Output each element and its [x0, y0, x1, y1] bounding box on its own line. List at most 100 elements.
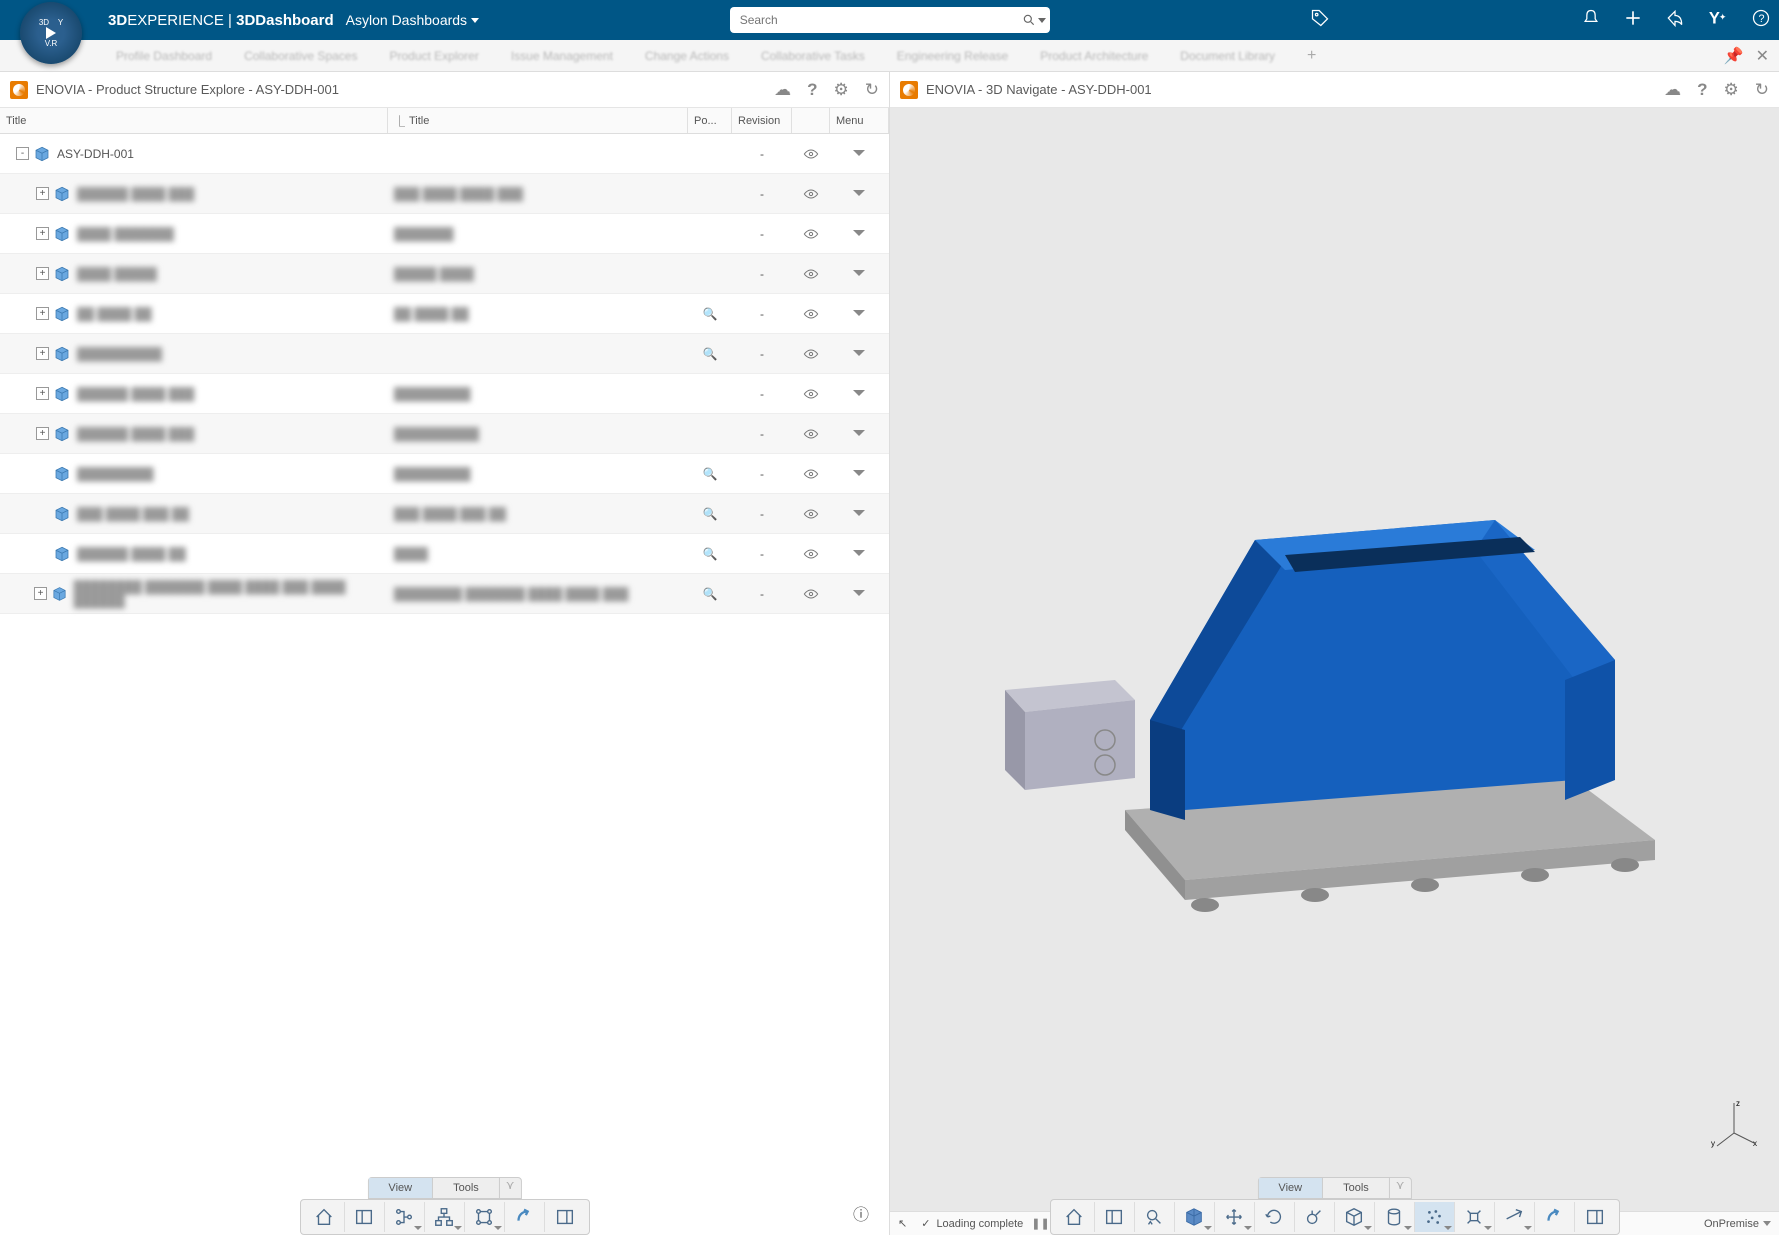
row-menu[interactable] — [830, 214, 889, 253]
plane-button[interactable] — [1495, 1202, 1535, 1232]
col-revision[interactable]: Revision — [732, 108, 792, 133]
expander[interactable]: + — [36, 387, 49, 400]
help-icon[interactable] — [807, 80, 817, 100]
col-po[interactable]: Po... — [688, 108, 732, 133]
compass-button[interactable]: 3D Y V.R — [20, 2, 82, 64]
tab-view[interactable]: View — [368, 1178, 433, 1198]
help-icon[interactable] — [1697, 80, 1707, 100]
link-button[interactable] — [465, 1202, 505, 1232]
visibility-toggle[interactable] — [792, 334, 830, 373]
notification-icon[interactable] — [1581, 8, 1601, 33]
cube-button[interactable] — [1175, 1202, 1215, 1232]
info-icon[interactable]: ⓘ — [853, 1201, 869, 1225]
add-icon[interactable] — [1623, 8, 1643, 33]
search-input[interactable] — [730, 7, 1050, 33]
expander[interactable]: + — [36, 307, 49, 320]
tab[interactable]: Collaborative Spaces — [228, 40, 373, 71]
explode-button[interactable] — [1455, 1202, 1495, 1232]
pause-icon[interactable]: ❚❚ — [1031, 1217, 1049, 1230]
row-menu[interactable] — [830, 374, 889, 413]
refresh-icon[interactable] — [1755, 80, 1769, 100]
tree-row[interactable]: ██████████████████🔍- — [0, 454, 889, 494]
tab[interactable]: Product Explorer — [373, 40, 494, 71]
box-button[interactable] — [1335, 1202, 1375, 1232]
tree-row[interactable]: +████ ██████████ ████- — [0, 254, 889, 294]
tree-row[interactable]: +████ ██████████████- — [0, 214, 889, 254]
close-icon[interactable]: ✕ — [1756, 46, 1769, 66]
col-menu[interactable]: Menu — [830, 108, 889, 133]
expander[interactable]: + — [36, 347, 49, 360]
tree-row[interactable]: +██ ████ ████ ████ ██🔍- — [0, 294, 889, 334]
expander[interactable]: + — [36, 427, 49, 440]
tab[interactable]: Engineering Release — [881, 40, 1024, 71]
visibility-toggle[interactable] — [792, 254, 830, 293]
tree-row[interactable]: +██████ ████ ████████████- — [0, 374, 889, 414]
move-button[interactable] — [1215, 1202, 1255, 1232]
tree-row[interactable]: +██████████🔍- — [0, 334, 889, 374]
tag-icon[interactable] — [1310, 8, 1330, 33]
tree-row[interactable]: +██████ ████ ██████ ████ ████ ███- — [0, 174, 889, 214]
cloud-icon[interactable] — [1664, 80, 1681, 100]
row-menu[interactable] — [830, 254, 889, 293]
visibility-toggle[interactable] — [792, 294, 830, 333]
help-icon[interactable]: ? — [1751, 8, 1771, 33]
up-button[interactable] — [505, 1202, 545, 1232]
tab[interactable]: Collaborative Tasks — [745, 40, 881, 71]
search-3d-button[interactable] — [1135, 1202, 1175, 1232]
tab-tools[interactable]: Tools — [1323, 1178, 1390, 1198]
row-menu[interactable] — [830, 414, 889, 453]
visibility-toggle[interactable] — [792, 534, 830, 573]
tab-add[interactable]: + — [1291, 40, 1332, 71]
share-icon[interactable] — [1665, 8, 1685, 33]
expander[interactable]: + — [34, 587, 46, 600]
tree-row[interactable]: ██████ ████ ██████🔍- — [0, 534, 889, 574]
cloud-icon[interactable] — [774, 80, 791, 100]
scatter-button[interactable] — [1415, 1202, 1455, 1232]
tab[interactable]: Product Architecture — [1024, 40, 1164, 71]
expand-icon[interactable]: ⋎ — [500, 1178, 521, 1198]
pin-icon[interactable]: 📌 — [1724, 46, 1744, 66]
visibility-toggle[interactable] — [792, 134, 830, 173]
apps-icon[interactable]: Y✦ — [1707, 7, 1729, 34]
gear-icon[interactable] — [834, 80, 849, 100]
visibility-toggle[interactable] — [792, 454, 830, 493]
row-menu[interactable] — [830, 134, 889, 173]
visibility-toggle[interactable] — [792, 414, 830, 453]
tree-row[interactable]: -ASY-DDH-001- — [0, 134, 889, 174]
home-button[interactable] — [1055, 1202, 1095, 1232]
up-button[interactable] — [1535, 1202, 1575, 1232]
panel-button[interactable] — [1095, 1202, 1135, 1232]
visibility-toggle[interactable] — [792, 174, 830, 213]
tree-row[interactable]: +██████ ████ █████████████- — [0, 414, 889, 454]
row-menu[interactable] — [830, 534, 889, 573]
visibility-toggle[interactable] — [792, 374, 830, 413]
tab-tools[interactable]: Tools — [433, 1178, 500, 1198]
row-menu[interactable] — [830, 454, 889, 493]
tree-button[interactable] — [385, 1202, 425, 1232]
tree-row[interactable]: +████████ ███████ ████ ████ ███ ████ ███… — [0, 574, 889, 614]
panel-button[interactable] — [345, 1202, 385, 1232]
window-button[interactable] — [545, 1202, 585, 1232]
visibility-toggle[interactable] — [792, 574, 830, 613]
dashboard-select[interactable]: Asylon Dashboards — [346, 12, 479, 28]
row-menu[interactable] — [830, 294, 889, 333]
home-button[interactable] — [305, 1202, 345, 1232]
expander[interactable]: + — [36, 227, 49, 240]
tab[interactable]: Change Actions — [629, 40, 745, 71]
expander[interactable]: + — [36, 187, 49, 200]
col-visibility[interactable] — [792, 108, 830, 133]
expand-icon[interactable]: ⋎ — [1390, 1178, 1411, 1198]
search-icon[interactable] — [1022, 10, 1046, 30]
row-menu[interactable] — [830, 174, 889, 213]
expander[interactable]: - — [16, 147, 29, 160]
measure-button[interactable] — [1295, 1202, 1335, 1232]
col-title2[interactable]: ⎿Title — [388, 108, 688, 133]
col-title[interactable]: Title — [0, 108, 388, 133]
row-menu[interactable] — [830, 334, 889, 373]
visibility-toggle[interactable] — [792, 494, 830, 533]
tab-view[interactable]: View — [1258, 1178, 1323, 1198]
window-button[interactable] — [1575, 1202, 1615, 1232]
tab[interactable]: Document Library — [1164, 40, 1291, 71]
tab[interactable]: Issue Management — [495, 40, 629, 71]
hierarchy-button[interactable] — [425, 1202, 465, 1232]
